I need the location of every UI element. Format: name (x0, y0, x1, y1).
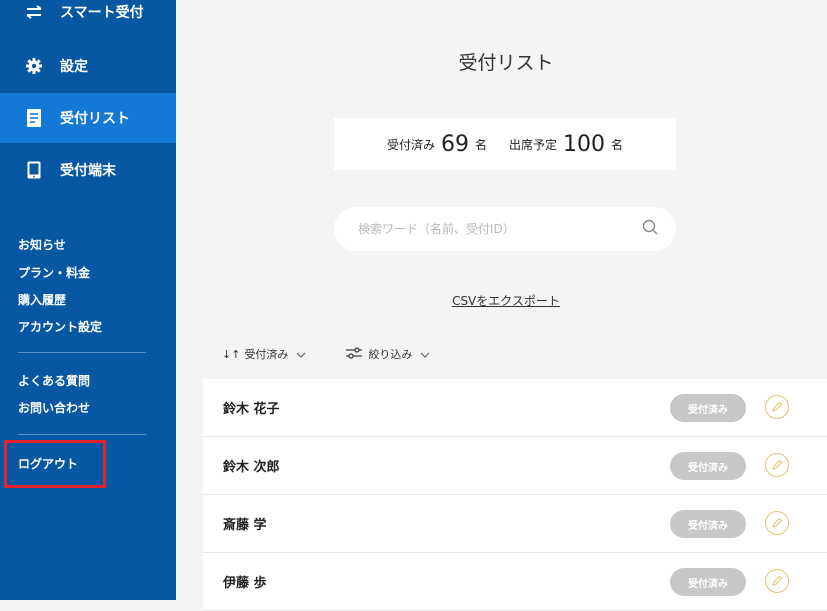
guest-name: 鈴木 次郎 (223, 460, 280, 475)
list-controls: ↓↑ 受付済み 絞り込み (222, 346, 430, 362)
count-unit: 名 (474, 137, 487, 152)
filter-label: 絞り込み (368, 348, 413, 361)
filter-dropdown[interactable]: 絞り込み (346, 346, 430, 362)
search-input[interactable] (356, 221, 642, 237)
tablet-icon (24, 160, 44, 180)
sidebar: スマート受付 設定 受付リスト 受付端末 お知らせ プラン・料金 購入履歴 アカ… (0, 0, 176, 600)
sort-dropdown[interactable]: ↓↑ 受付済み (222, 346, 306, 362)
status-badge[interactable]: 受付済み (670, 452, 746, 480)
edit-pencil-icon[interactable] (765, 511, 789, 535)
link-plan-pricing[interactable]: プラン・料金 (18, 264, 90, 281)
filter-sliders-icon (346, 346, 363, 362)
list-item[interactable]: 鈴木 花子 受付済み (203, 379, 827, 437)
sort-label: 受付済み (244, 348, 289, 361)
status-badge[interactable]: 受付済み (670, 510, 746, 538)
count-summary: 受付済み 69 名 出席予定 100 名 (334, 118, 676, 170)
sidebar-item-settings[interactable]: 設定 (0, 41, 176, 91)
sidebar-divider (18, 434, 146, 435)
document-icon (24, 108, 44, 128)
link-account-settings[interactable]: アカウント設定 (18, 318, 102, 335)
link-purchase-history[interactable]: 購入履歴 (18, 291, 66, 308)
swap-arrows-icon (24, 2, 44, 22)
count-unit: 名 (611, 137, 624, 152)
guest-name: 斎藤 学 (223, 518, 267, 533)
edit-pencil-icon[interactable] (765, 395, 789, 419)
list-item[interactable]: 鈴木 次郎 受付済み (203, 437, 827, 495)
link-news[interactable]: お知らせ (18, 236, 66, 253)
sidebar-divider (18, 352, 146, 353)
edit-pencil-icon[interactable] (765, 453, 789, 477)
sidebar-item-terminal[interactable]: 受付端末 (0, 145, 176, 195)
list-item[interactable]: 斎藤 学 受付済み (203, 495, 827, 553)
gear-icon (24, 56, 44, 76)
list-item[interactable]: 伊藤 歩 受付済み (203, 553, 827, 611)
link-faq[interactable]: よくある質問 (18, 372, 90, 389)
expected-label: 出席予定 (509, 137, 558, 152)
brand-menu[interactable]: スマート受付 (0, 0, 176, 34)
sidebar-item-label: 設定 (60, 59, 88, 75)
status-badge[interactable]: 受付済み (670, 568, 746, 596)
checked-in-count: 69 (440, 131, 469, 157)
sidebar-item-label: 受付リスト (60, 111, 130, 127)
page-title: 受付リスト (458, 52, 554, 74)
chevron-down-icon (296, 348, 306, 361)
main-content: 受付リスト 受付済み 69 名 出席予定 100 名 CSVをエクスポート ↓↑… (176, 0, 827, 611)
chevron-down-icon (420, 348, 430, 361)
status-badge[interactable]: 受付済み (670, 394, 746, 422)
guest-name: 鈴木 花子 (223, 402, 280, 417)
sidebar-item-label: 受付端末 (60, 163, 116, 179)
brand-label: スマート受付 (60, 5, 144, 21)
search-icon[interactable] (642, 219, 658, 239)
csv-export-link[interactable]: CSVをエクスポート (176, 292, 827, 309)
guest-name: 伊藤 歩 (223, 576, 267, 591)
link-contact[interactable]: お問い合わせ (18, 399, 90, 416)
edit-pencil-icon[interactable] (765, 569, 789, 593)
checked-in-label: 受付済み (386, 137, 435, 152)
reception-list: 鈴木 花子 受付済み 鈴木 次郎 受付済み 斎藤 学 受付済み 伊藤 歩 受付済… (203, 379, 827, 611)
logout-link[interactable]: ログアウト (18, 455, 78, 472)
sidebar-item-reception-list[interactable]: 受付リスト (0, 93, 176, 143)
search-box (334, 207, 676, 251)
expected-count: 100 (563, 131, 606, 157)
sort-arrows-icon: ↓↑ (222, 347, 241, 361)
